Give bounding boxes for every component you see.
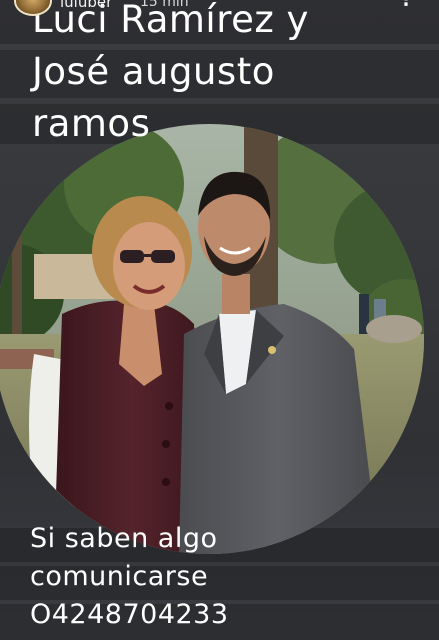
photo-illustration [0, 124, 424, 554]
more-vertical-icon[interactable]: ⋮ [397, 0, 415, 9]
headline-line: ramos [32, 102, 151, 145]
message-line: comunicarse [30, 561, 209, 592]
avatar[interactable] [14, 0, 52, 16]
phone-number[interactable]: O4248704233 [30, 596, 229, 634]
timestamp: 15 min [140, 0, 189, 10]
message-line: Si saben algo [30, 523, 218, 554]
contact-message: Si saben algo comunicarse O4248704233 [30, 520, 229, 634]
headline: Luci Ramírez y José augusto ramos [32, 0, 309, 150]
headline-line: José augusto [32, 50, 275, 93]
circular-photo [0, 124, 424, 554]
story-view: luluber 15 min ⋮ Luci Ramírez y José aug… [0, 0, 439, 640]
story-header: luluber 15 min ⋮ [0, 0, 439, 16]
username[interactable]: luluber [60, 0, 112, 10]
